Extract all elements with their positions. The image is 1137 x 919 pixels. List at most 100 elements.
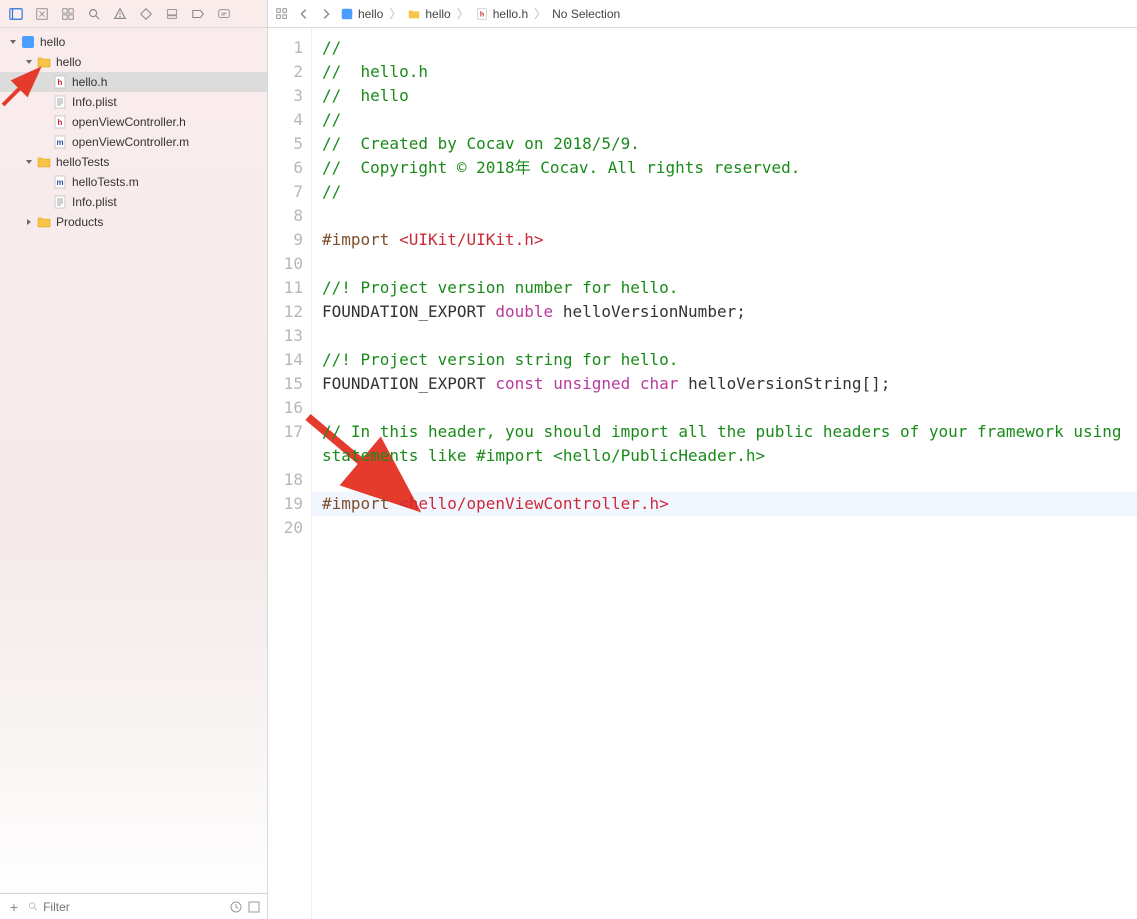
crumb-label: No Selection [552,7,620,21]
line-number: 19 [268,492,303,516]
tree-project-root[interactable]: hello [0,32,267,52]
code-line[interactable]: // [322,108,1131,132]
tree-file-info-plist[interactable]: Info.plist [0,92,267,112]
tree-folder-tests[interactable]: helloTests [0,152,267,172]
xcode-project-icon [20,34,36,50]
breakpoint-navigator-icon[interactable] [190,6,206,22]
add-button[interactable]: + [6,899,22,915]
tree-file-ovc-m[interactable]: m openViewController.m [0,132,267,152]
debug-navigator-icon[interactable] [164,6,180,22]
jump-bar: hello 〉 hello 〉 h hello.h 〉 No Selection [268,0,1137,28]
line-number: 1 [268,36,303,60]
code-line[interactable]: //! Project version string for hello. [322,348,1131,372]
find-navigator-icon[interactable] [86,6,102,22]
test-navigator-icon[interactable] [138,6,154,22]
report-navigator-icon[interactable] [216,6,232,22]
code-line[interactable] [322,468,1131,492]
line-number: 12 [268,300,303,324]
code-line[interactable]: // hello [322,84,1131,108]
plist-file-icon [52,194,68,210]
svg-text:h: h [480,11,484,18]
symbol-navigator-icon[interactable] [60,6,76,22]
code-line[interactable] [322,204,1131,228]
code-line[interactable]: // Copyright © 2018年 Cocav. All rights r… [322,156,1131,180]
issue-navigator-icon[interactable] [112,6,128,22]
chevron-down-icon[interactable] [24,157,34,167]
folder-icon [36,54,52,70]
spacer [40,117,50,127]
source-editor[interactable]: 1234567891011121314151617181920 //// hel… [268,28,1137,919]
crumb-folder[interactable]: hello 〉 [407,5,470,22]
line-number: 15 [268,372,303,396]
tree-file-tests-m[interactable]: m helloTests.m [0,172,267,192]
line-number: 8 [268,204,303,228]
line-number: 18 [268,468,303,492]
project-tree: hello hello h hello.h Info.plist h ope [0,28,267,893]
code-line[interactable]: #import <hello/openViewController.h> [322,492,1131,516]
crumb-file[interactable]: h hello.h 〉 [475,5,548,22]
impl-file-icon: m [52,174,68,190]
recent-filter-icon[interactable] [229,900,243,914]
code-content[interactable]: //// hello.h// hello//// Created by Coca… [312,28,1137,919]
tree-file-hello-h[interactable]: h hello.h [0,72,267,92]
crumb-label: hello [425,7,450,21]
spacer [40,177,50,187]
breadcrumb: hello 〉 hello 〉 h hello.h 〉 No Selection [340,5,620,22]
spacer [40,197,50,207]
scm-filter-icon[interactable] [247,900,261,914]
line-number: 20 [268,516,303,540]
tree-folder-products[interactable]: Products [0,212,267,232]
source-control-icon[interactable] [34,6,50,22]
tree-file-tests-plist[interactable]: Info.plist [0,192,267,212]
code-line[interactable]: //! Project version number for hello. [322,276,1131,300]
code-line[interactable]: FOUNDATION_EXPORT const unsigned char he… [322,372,1131,396]
code-line[interactable] [322,324,1131,348]
svg-text:m: m [57,138,64,147]
navigator-footer: + [0,893,267,919]
line-number: 11 [268,276,303,300]
filter-input[interactable] [43,900,223,914]
tree-file-ovc-h[interactable]: h openViewController.h [0,112,267,132]
code-line[interactable]: // [322,36,1131,60]
chevron-right-icon: 〉 [534,5,546,22]
folder-icon [407,7,421,21]
tree-label: openViewController.h [72,115,186,129]
forward-button[interactable] [318,6,334,22]
line-number: 7 [268,180,303,204]
project-navigator-icon[interactable] [8,6,24,22]
chevron-down-icon[interactable] [8,37,18,47]
line-number: 16 [268,396,303,420]
chevron-right-icon[interactable] [24,217,34,227]
code-line[interactable]: // In this header, you should import all… [322,420,1131,468]
code-line[interactable] [322,252,1131,276]
code-line[interactable]: // hello.h [322,60,1131,84]
tree-label: openViewController.m [72,135,189,149]
plist-file-icon [52,94,68,110]
spacer [40,137,50,147]
svg-text:m: m [57,178,64,187]
navigator-sidebar: hello hello h hello.h Info.plist h ope [0,0,268,919]
code-line[interactable]: #import <UIKit/UIKit.h> [322,228,1131,252]
tree-label: hello [56,55,81,69]
code-line[interactable] [322,516,1131,540]
code-line[interactable]: FOUNDATION_EXPORT double helloVersionNum… [322,300,1131,324]
filter-icon [28,901,39,913]
crumb-label: hello.h [493,7,528,21]
chevron-down-icon[interactable] [24,57,34,67]
folder-icon [36,154,52,170]
crumb-selection[interactable]: No Selection [552,7,620,21]
back-button[interactable] [296,6,312,22]
line-number: 3 [268,84,303,108]
code-line[interactable] [322,396,1131,420]
tree-folder-hello[interactable]: hello [0,52,267,72]
tree-label: hello [40,35,65,49]
crumb-project[interactable]: hello 〉 [340,5,403,22]
related-items-icon[interactable] [274,6,290,22]
code-line[interactable]: // Created by Cocav on 2018/5/9. [322,132,1131,156]
line-number: 6 [268,156,303,180]
code-line[interactable]: // [322,180,1131,204]
editor-area: hello 〉 hello 〉 h hello.h 〉 No Selection [268,0,1137,919]
tree-label: hello.h [72,75,107,89]
header-file-icon: h [475,7,489,21]
tree-label: Products [56,215,103,229]
